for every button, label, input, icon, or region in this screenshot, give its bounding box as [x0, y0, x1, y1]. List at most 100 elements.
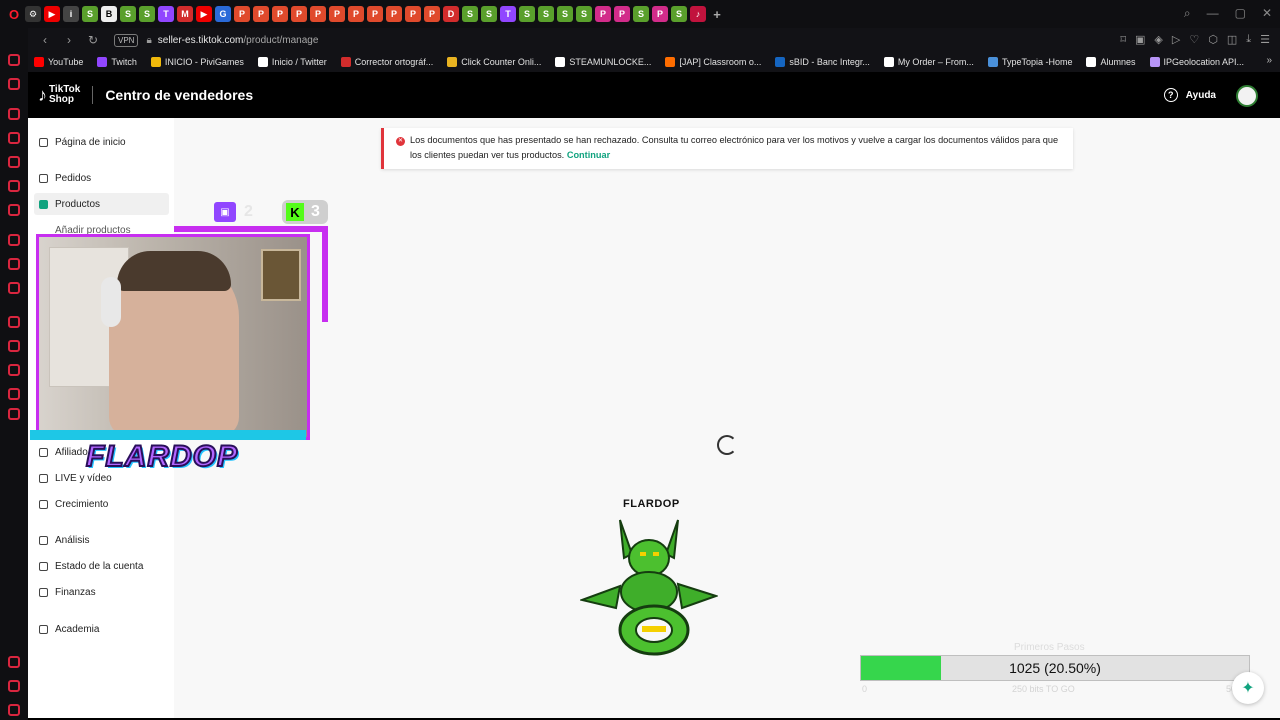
shield-icon[interactable]: ◈	[1154, 33, 1162, 46]
more-icon[interactable]	[8, 704, 20, 716]
tab-icon[interactable]: S	[481, 6, 497, 22]
sidebar-item-products[interactable]: Productos	[34, 193, 169, 215]
tab-icon[interactable]: P	[424, 6, 440, 22]
tab-icon[interactable]: ▶	[196, 6, 212, 22]
avatar[interactable]	[1236, 85, 1258, 107]
tab-icon[interactable]: ▶	[44, 6, 60, 22]
bookmark-item[interactable]: Click Counter Onli...	[447, 57, 541, 67]
bookmark-icon[interactable]: ⌑	[1120, 33, 1126, 46]
tab-icon[interactable]: P	[405, 6, 421, 22]
download-icon[interactable]: ⤓	[1246, 33, 1251, 46]
search-icon[interactable]: ⌕	[1184, 6, 1191, 21]
back-icon[interactable]: ‹	[38, 33, 52, 47]
heart-icon[interactable]: ♡	[1189, 33, 1199, 46]
chat-assistant-button[interactable]: ✦	[1232, 672, 1264, 704]
sidebar-item-academy[interactable]: Academia	[34, 618, 169, 640]
sidebar-item-account-status[interactable]: Estado de la cuenta	[34, 555, 169, 577]
menu-icon[interactable]: ☰	[1260, 33, 1270, 46]
tab-icon[interactable]: P	[329, 6, 345, 22]
bookmark-item[interactable]: Twitch	[97, 57, 137, 67]
tab-icon[interactable]: P	[348, 6, 364, 22]
opera-logo-icon[interactable]: O	[6, 6, 22, 22]
home-icon[interactable]	[8, 54, 20, 66]
gx-icon[interactable]	[8, 680, 20, 692]
extensions-icon[interactable]	[8, 388, 20, 400]
tab-icon[interactable]: S	[120, 6, 136, 22]
sidebar-item-growth[interactable]: Crecimiento	[34, 493, 169, 515]
chat-icon[interactable]	[8, 108, 20, 120]
tab-icon[interactable]: P	[386, 6, 402, 22]
tab-icon[interactable]: ⚙	[25, 6, 41, 22]
tab-icon[interactable]: S	[576, 6, 592, 22]
sidebar-item-finances[interactable]: Finanzas	[34, 581, 169, 603]
tab-icon[interactable]: B	[101, 6, 117, 22]
minimize-icon[interactable]: —	[1207, 6, 1219, 21]
close-icon[interactable]: ✕	[1262, 6, 1272, 21]
maximize-icon[interactable]: ▢	[1235, 6, 1246, 21]
sidebar-item-orders[interactable]: Pedidos	[34, 167, 169, 189]
tab-icon[interactable]: P	[652, 6, 668, 22]
tab-icon[interactable]: S	[82, 6, 98, 22]
play-icon[interactable]: ▷	[1172, 33, 1180, 46]
continue-link[interactable]: Continuar	[567, 150, 610, 160]
url-field[interactable]: seller-es.tiktok.com/product/manage	[158, 35, 319, 46]
tab-icon[interactable]: S	[633, 6, 649, 22]
instagram-icon[interactable]	[8, 180, 20, 192]
download-icon[interactable]	[8, 364, 20, 376]
new-tab-icon[interactable]: +	[709, 6, 725, 22]
tiktok-shop-logo[interactable]: ♪ TikTok Shop	[38, 85, 80, 106]
tab-icon[interactable]: P	[291, 6, 307, 22]
bookmark-item[interactable]: INICIO - PiviGames	[150, 57, 244, 67]
tab-icon[interactable]: S	[671, 6, 687, 22]
bookmark-item[interactable]: YouTube	[34, 57, 83, 67]
extension-icon[interactable]: ⬡	[1208, 33, 1218, 46]
tab-icon[interactable]: D	[443, 6, 459, 22]
vpn-badge[interactable]: VPN	[114, 33, 139, 47]
sidebar-item-analytics[interactable]: Análisis	[34, 529, 169, 551]
bookmarks-more-icon[interactable]: »	[1266, 55, 1272, 66]
bookmark-item[interactable]: Corrector ortográf...	[340, 57, 433, 67]
tab-icon[interactable]: S	[462, 6, 478, 22]
bookmark-item[interactable]: [JAP] Classroom o...	[665, 57, 761, 67]
crypto-icon[interactable]	[8, 656, 20, 668]
tab-icon[interactable]: P	[272, 6, 288, 22]
x-icon[interactable]	[8, 282, 20, 294]
bookmark-item[interactable]: TypeTopia -Home	[987, 57, 1072, 67]
help-button[interactable]: ? Ayuda	[1163, 88, 1216, 102]
tab-icon[interactable]: P	[595, 6, 611, 22]
settings-icon[interactable]	[8, 408, 20, 420]
wallet-icon[interactable]: ◫	[1227, 33, 1237, 46]
bookmark-item[interactable]: IPGeolocation API...	[1149, 57, 1244, 67]
reload-icon[interactable]: ↻	[86, 33, 100, 47]
tiktok-icon[interactable]	[8, 204, 20, 216]
bag-icon[interactable]	[8, 340, 20, 352]
lock-icon[interactable]: 🔒︎	[146, 35, 151, 46]
tab-icon[interactable]: S	[538, 6, 554, 22]
tab-icon[interactable]: G	[215, 6, 231, 22]
twitch-icon[interactable]	[8, 234, 20, 246]
tab-icon[interactable]: i	[63, 6, 79, 22]
tab-icon[interactable]: S	[519, 6, 535, 22]
history-icon[interactable]	[8, 132, 20, 144]
forward-icon[interactable]: ›	[62, 33, 76, 47]
tab-tiktok-active[interactable]: ♪	[690, 6, 706, 22]
snapshot-icon[interactable]: ▣	[1135, 33, 1145, 46]
tab-icon[interactable]: S	[557, 6, 573, 22]
tab-icon[interactable]: P	[367, 6, 383, 22]
bookmark-item[interactable]: sBID - Banc Integr...	[775, 57, 870, 67]
bookmark-item[interactable]: Alumnes	[1086, 57, 1136, 67]
facebook-icon[interactable]	[8, 258, 20, 270]
clock-icon[interactable]	[8, 316, 20, 328]
bookmark-item[interactable]: Inicio / Twitter	[257, 57, 327, 67]
tab-icon[interactable]: M	[177, 6, 193, 22]
tab-icon[interactable]: T	[158, 6, 174, 22]
tab-icon[interactable]: T	[500, 6, 516, 22]
messenger-icon[interactable]	[8, 78, 20, 90]
player-icon[interactable]	[8, 156, 20, 168]
tab-icon[interactable]: S	[139, 6, 155, 22]
tab-icon[interactable]: P	[310, 6, 326, 22]
tab-icon[interactable]: P	[614, 6, 630, 22]
tab-icon[interactable]: P	[234, 6, 250, 22]
bookmark-item[interactable]: STEAMUNLOCKE...	[555, 57, 651, 67]
bookmark-item[interactable]: My Order – From...	[883, 57, 974, 67]
